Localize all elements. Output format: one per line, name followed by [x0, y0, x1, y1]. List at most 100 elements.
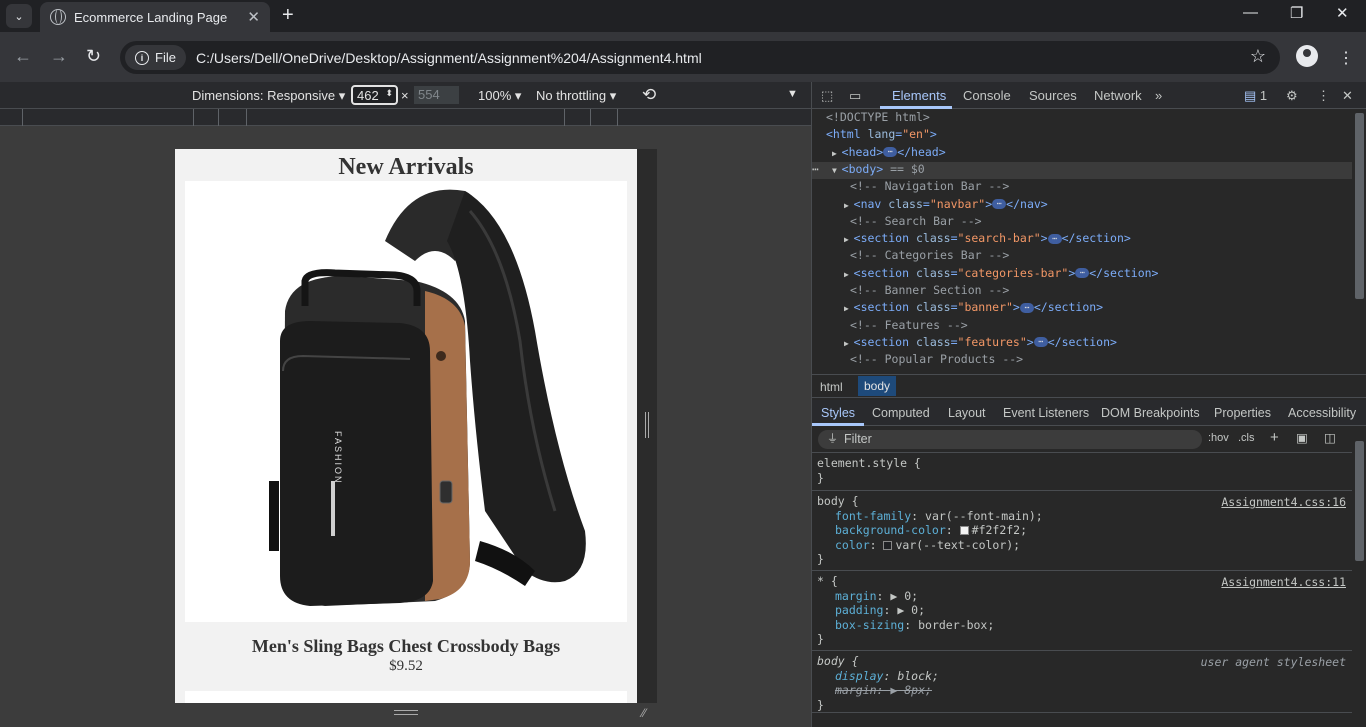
dom-node-line[interactable]: <!DOCTYPE html> — [812, 110, 1352, 127]
tab-sources[interactable]: Sources — [1029, 88, 1077, 103]
expand-arrow-icon[interactable]: ▶ — [844, 235, 854, 244]
close-tab-icon[interactable]: ✕ — [247, 8, 260, 26]
tab-console[interactable]: Console — [963, 88, 1011, 103]
collapsed-ellipsis[interactable]: ⋯ — [1019, 302, 1034, 313]
dom-node-line[interactable]: ▶ <head> ⋯ </head> — [812, 145, 1352, 162]
prop-value[interactable]: var(--font-main); — [925, 509, 1043, 523]
stepper-icon[interactable]: ⬍ — [385, 88, 393, 99]
resize-handle-bottom[interactable] — [394, 710, 418, 715]
collapsed-ellipsis[interactable]: ⋯ — [1047, 233, 1062, 244]
more-tabs-icon[interactable]: » — [1155, 88, 1162, 103]
dom-node-line[interactable]: <!-- Search Bar --> — [812, 214, 1352, 231]
dom-node-line[interactable]: ⋯ ▼ <body> == $0 — [812, 161, 1352, 179]
body-rule[interactable]: body {Assignment4.css:16 font-family: va… — [812, 492, 1352, 571]
dom-node-line[interactable]: ▶ <nav class="navbar"> ⋯ </nav> — [812, 197, 1352, 214]
prop-name[interactable]: padding — [835, 603, 883, 617]
prop-name[interactable]: font-family — [835, 509, 911, 523]
profile-avatar-icon[interactable] — [1296, 45, 1318, 67]
tab-elements[interactable]: Elements — [892, 88, 946, 103]
color-swatch[interactable] — [959, 526, 969, 535]
breadcrumb-body[interactable]: body — [858, 376, 897, 396]
new-rule-icon[interactable]: + — [1270, 429, 1279, 446]
back-icon[interactable]: ← — [14, 46, 32, 67]
dom-node-line[interactable]: ▶ <section class="banner"> ⋯ </section> — [812, 300, 1352, 317]
dom-node-line[interactable]: ▶ <section class="categories-bar"> ⋯ </sec… — [812, 266, 1352, 283]
user-agent-rule[interactable]: body {user agent stylesheet display: blo… — [812, 651, 1352, 713]
bookmark-star-icon[interactable]: ☆ — [1250, 46, 1266, 67]
devtools-menu-icon[interactable]: ⋮ — [1317, 88, 1330, 104]
dom-node-line[interactable]: <!-- Categories Bar --> — [812, 248, 1352, 265]
dom-node-line[interactable]: <html lang="en"> — [812, 127, 1352, 144]
product-name[interactable]: Men's Sling Bags Chest Crossbody Bags — [175, 636, 637, 657]
sidebar-toggle-icon[interactable]: ◫ — [1324, 430, 1336, 445]
device-toggle-icon[interactable]: ▭ — [849, 88, 861, 104]
star-rule-source-link[interactable]: Assignment4.css:11 — [1221, 575, 1346, 589]
close-devtools-icon[interactable]: ✕ — [1342, 88, 1353, 104]
prop-name[interactable]: color — [835, 538, 870, 552]
dom-node-line[interactable]: <!-- Features --> — [812, 318, 1352, 335]
next-product-card[interactable] — [185, 691, 627, 703]
tab-properties[interactable]: Properties — [1214, 406, 1271, 420]
expand-arrow-icon[interactable]: ▶ — [844, 304, 854, 313]
width-input[interactable]: 462 ⬍ — [351, 85, 398, 105]
collapsed-ellipsis[interactable]: ⋯ — [992, 199, 1007, 209]
tab-network[interactable]: Network — [1094, 88, 1142, 103]
expand-arrow-icon[interactable]: ▶ — [844, 201, 854, 210]
collapsed-ellipsis[interactable]: ⋯ — [883, 147, 898, 158]
prop-value[interactable]: ▶ 0; — [897, 603, 925, 617]
issues-icon[interactable]: ▤ 1 — [1244, 88, 1267, 104]
tab-computed[interactable]: Computed — [872, 406, 930, 420]
body-rule-source-link[interactable]: Assignment4.css:16 — [1221, 495, 1346, 509]
styles-scrollbar[interactable] — [1352, 427, 1366, 727]
prop-name[interactable]: box-sizing — [835, 618, 904, 632]
cls-toggle[interactable]: .cls — [1238, 432, 1255, 444]
zoom-dropdown[interactable]: 100% ▾ — [478, 88, 521, 104]
prop-name[interactable]: background-color — [835, 523, 946, 537]
browser-menu-icon[interactable]: ⋮ — [1338, 48, 1354, 68]
resize-corner-icon[interactable]: ⁄⁄ — [642, 706, 646, 720]
address-bar[interactable]: i File C:/Users/Dell/OneDrive/Desktop/As… — [120, 41, 1280, 74]
height-input[interactable]: 554 — [414, 86, 459, 104]
prop-value[interactable]: var(--text-color); — [895, 538, 1020, 552]
reload-icon[interactable]: ↻ — [86, 46, 101, 67]
inspect-element-icon[interactable]: ⬚ — [821, 88, 833, 104]
tab-dom-breakpoints[interactable]: DOM Breakpoints — [1101, 406, 1200, 420]
throttling-dropdown[interactable]: No throttling ▾ — [536, 88, 616, 104]
tab-accessibility[interactable]: Accessibility — [1288, 406, 1356, 420]
close-window-icon[interactable]: ✕ — [1336, 4, 1349, 22]
color-swatch[interactable] — [883, 540, 893, 550]
prop-value[interactable]: border-box; — [918, 618, 994, 632]
dom-node-line[interactable]: <!-- Banner Section --> — [812, 283, 1352, 300]
paint-icon[interactable]: ▣ — [1296, 430, 1308, 445]
breadcrumb-html[interactable]: html — [820, 380, 843, 394]
styles-filter-input[interactable]: Filter — [818, 430, 1202, 449]
tab-search-button[interactable]: ⌄ — [6, 4, 32, 28]
hov-toggle[interactable]: :hov — [1208, 432, 1229, 444]
prop-value[interactable]: ▶ 0; — [890, 589, 918, 603]
collapsed-ellipsis[interactable]: ⋯ — [1033, 337, 1048, 348]
forward-icon[interactable]: → — [50, 46, 68, 67]
dimensions-dropdown[interactable]: Dimensions: Responsive ▾ — [192, 88, 345, 104]
url-text[interactable]: C:/Users/Dell/OneDrive/Desktop/Assignmen… — [196, 50, 702, 66]
restore-icon[interactable]: ❐ — [1290, 4, 1303, 22]
collapsed-ellipsis[interactable]: ⋯ — [1075, 268, 1090, 279]
browser-tab[interactable]: Ecommerce Landing Page ✕ — [40, 2, 270, 32]
tab-styles[interactable]: Styles — [821, 406, 855, 420]
dom-node-line[interactable]: ▶ <section class="search-bar"> ⋯ </section… — [812, 231, 1352, 248]
rotate-icon[interactable]: ⟲ — [642, 85, 656, 105]
tab-event-listeners[interactable]: Event Listeners — [1003, 406, 1089, 420]
expand-arrow-icon[interactable]: ▼ — [832, 166, 842, 175]
settings-gear-icon[interactable]: ⚙ — [1286, 88, 1298, 104]
expand-arrow-icon[interactable]: ▶ — [844, 339, 854, 348]
dom-tree-scrollbar[interactable] — [1352, 110, 1366, 372]
tab-layout[interactable]: Layout — [948, 406, 986, 420]
expand-arrow-icon[interactable]: ▶ — [832, 149, 842, 158]
element-style-rule[interactable]: element.style { } — [812, 456, 1352, 491]
expand-arrow-icon[interactable]: ▶ — [844, 270, 854, 279]
dom-node-line[interactable]: ▶ <section class="features"> ⋯ </section> — [812, 335, 1352, 352]
dom-node-line[interactable]: <!-- Navigation Bar --> — [812, 179, 1352, 196]
site-info-chip[interactable]: i File — [125, 45, 186, 70]
minimize-icon[interactable]: — — [1243, 4, 1258, 21]
new-tab-button[interactable]: + — [282, 4, 294, 26]
product-image[interactable]: FASHION — [185, 181, 627, 622]
